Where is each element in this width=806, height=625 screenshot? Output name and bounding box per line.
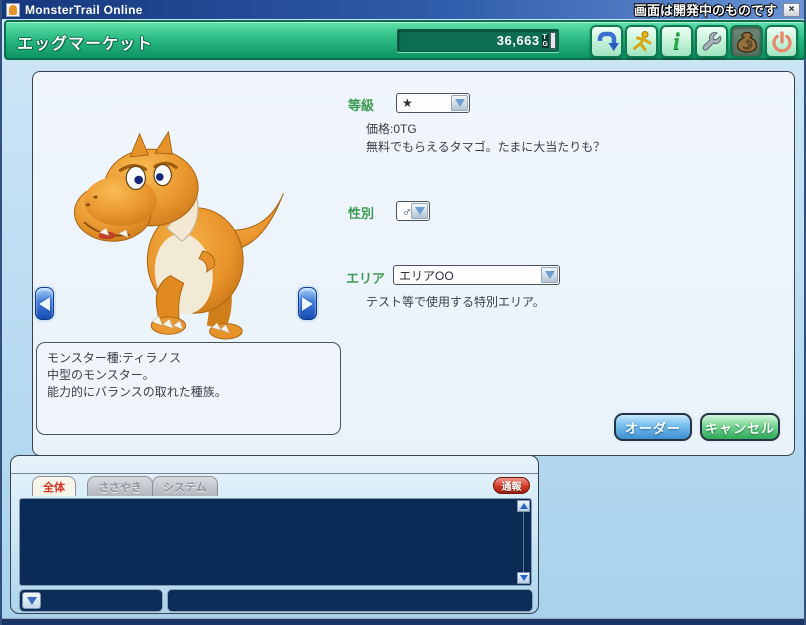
u-turn-arrow-icon bbox=[597, 31, 619, 51]
app-icon bbox=[6, 2, 20, 17]
arrow-left-icon bbox=[39, 296, 50, 311]
chat-tab-bar: 全体 ささやき システム 通報 bbox=[11, 474, 538, 496]
market-button[interactable] bbox=[730, 25, 763, 58]
runner-icon bbox=[632, 30, 651, 51]
window-title: MonsterTrail Online bbox=[25, 2, 143, 17]
scroll-up-icon bbox=[519, 503, 528, 509]
monster-size-line: 中型のモンスター。 bbox=[47, 368, 155, 382]
grade-description: 無料でもらえるタマゴ。たまに大当たりも？ bbox=[366, 140, 606, 154]
scroll-down-button[interactable] bbox=[517, 572, 530, 584]
area-label: エリア bbox=[346, 271, 386, 286]
info-button[interactable]: i bbox=[660, 25, 693, 58]
tab-all[interactable]: 全体 bbox=[32, 476, 76, 496]
dev-notice-text: 画面は開発中のものです bbox=[633, 3, 777, 18]
grade-label: 等級 bbox=[348, 98, 375, 113]
chat-input[interactable] bbox=[167, 589, 533, 612]
scroll-down-icon bbox=[519, 575, 528, 581]
wrench-icon bbox=[701, 31, 721, 51]
window-bottom-edge bbox=[2, 618, 804, 625]
tyranos-monster-icon bbox=[74, 130, 284, 340]
report-button[interactable]: 通報 bbox=[493, 477, 530, 494]
area-description: テスト等で使用する特別エリア。 bbox=[366, 295, 545, 309]
market-header: エッグマーケット 36,663 T G i bbox=[4, 20, 806, 60]
prev-monster-button[interactable] bbox=[35, 287, 54, 320]
arrow-right-icon bbox=[302, 296, 313, 311]
grade-select[interactable]: ★ bbox=[396, 93, 470, 113]
game-window: { "window": { "title": "MonsterTrail Onl… bbox=[0, 0, 806, 625]
price-text: 価格:0TG bbox=[366, 122, 417, 136]
power-icon bbox=[771, 30, 792, 52]
scroll-up-button[interactable] bbox=[517, 500, 530, 512]
money-value: 36,663 bbox=[496, 33, 540, 48]
money-caret bbox=[550, 32, 556, 49]
tab-whisper[interactable]: ささやき bbox=[87, 476, 153, 496]
area-dropdown-arrow-icon[interactable] bbox=[541, 267, 558, 283]
gender-select[interactable]: ♂ bbox=[396, 201, 430, 221]
toolbar: i bbox=[590, 25, 798, 58]
currency-tg-icon: T G bbox=[541, 33, 549, 48]
money-bag-icon bbox=[736, 31, 757, 53]
chat-panel: 全体 ささやき システム 通報 bbox=[10, 455, 539, 614]
area-value: エリアOO bbox=[399, 268, 454, 283]
chat-scrollbar[interactable] bbox=[517, 500, 530, 584]
grade-dropdown-arrow-icon[interactable] bbox=[451, 95, 468, 111]
title-bar: MonsterTrail Online 画面は開発中のものです × bbox=[2, 0, 804, 19]
chat-panel-header bbox=[11, 456, 538, 474]
channel-dropdown-button[interactable] bbox=[22, 592, 41, 609]
egg-market-panel: モンスター種:ティラノス 中型のモンスター。 能力的にバランスの取れた種族。 等… bbox=[32, 71, 795, 456]
area-select[interactable]: エリアOO bbox=[393, 265, 560, 285]
grade-value: ★ bbox=[402, 96, 413, 110]
monster-species-line: モンスター種:ティラノス bbox=[47, 351, 182, 365]
scrollbar-track[interactable] bbox=[517, 512, 530, 572]
next-monster-button[interactable] bbox=[298, 287, 317, 320]
settings-button[interactable] bbox=[695, 25, 728, 58]
power-button[interactable] bbox=[765, 25, 798, 58]
run-button[interactable] bbox=[625, 25, 658, 58]
monster-trait-line: 能力的にバランスの取れた種族。 bbox=[47, 385, 227, 399]
close-button[interactable]: × bbox=[783, 2, 800, 17]
channel-selector[interactable] bbox=[19, 589, 163, 612]
monster-image bbox=[63, 127, 293, 342]
page-title: エッグマーケット bbox=[17, 36, 154, 53]
gender-label: 性別 bbox=[348, 206, 375, 221]
gender-dropdown-arrow-icon[interactable] bbox=[411, 203, 428, 219]
return-button[interactable] bbox=[590, 25, 623, 58]
cancel-button[interactable]: キャンセル bbox=[700, 413, 780, 441]
tab-system[interactable]: システム bbox=[152, 476, 218, 496]
order-button[interactable]: オーダー bbox=[614, 413, 692, 441]
chat-log bbox=[19, 498, 532, 586]
money-display[interactable]: 36,663 T G bbox=[397, 29, 559, 52]
monster-description-box: モンスター種:ティラノス 中型のモンスター。 能力的にバランスの取れた種族。 bbox=[36, 342, 341, 435]
info-icon: i bbox=[673, 28, 680, 55]
